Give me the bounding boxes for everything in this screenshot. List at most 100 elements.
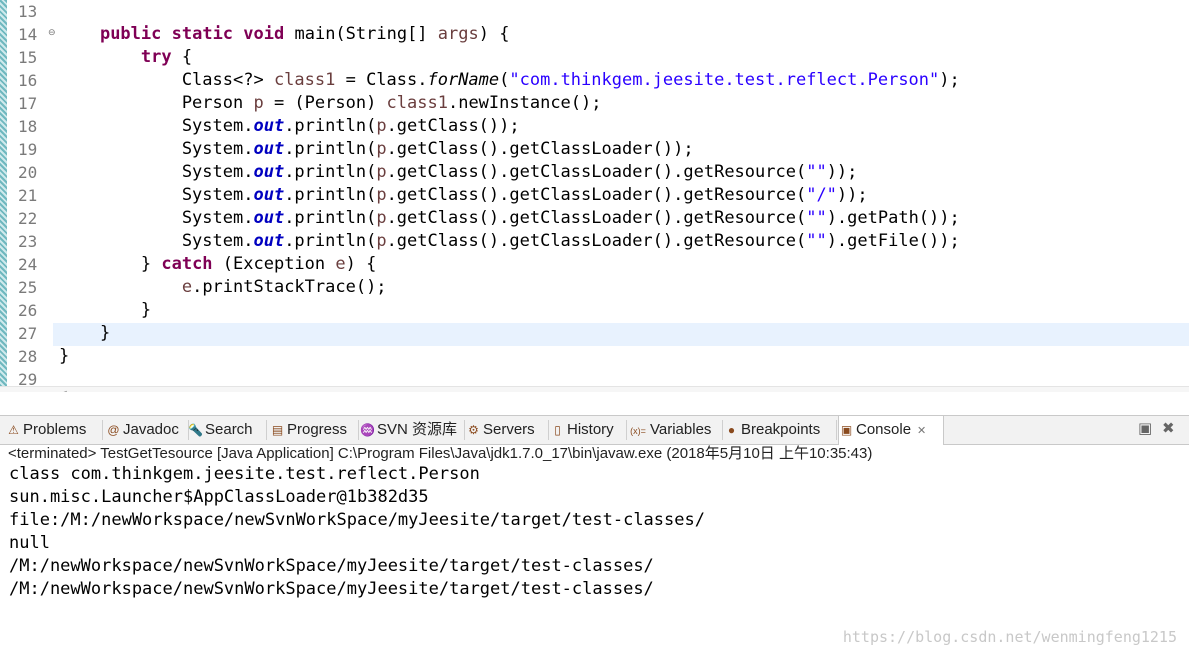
console-line: /M:/newWorkspace/newSvnWorkSpace/myJeesi…: [9, 556, 654, 576]
code-token: p: [376, 185, 387, 205]
console-status: <terminated> TestGetTesource [Java Appli…: [8, 445, 873, 462]
code-token: ).getFile());: [826, 231, 960, 251]
code-token: }: [59, 254, 162, 274]
code-line[interactable]: public static void main(String[] args) {: [59, 23, 510, 46]
code-line[interactable]: System.out.println(p.getClass().getClass…: [59, 207, 960, 230]
code-token: {: [171, 47, 193, 67]
tab-progress[interactable]: ▤ Progress: [270, 416, 356, 444]
code-line[interactable]: System.out.println(p.getClass().getClass…: [59, 161, 858, 184]
tab-servers[interactable]: ⚙ Servers: [466, 416, 546, 444]
tab-divider: [464, 420, 465, 440]
code-token: e: [181, 277, 193, 297]
problems-icon: ⚠: [8, 423, 19, 437]
code-token: class1: [273, 70, 336, 90]
code-line[interactable]: System.out.println(p.getClass());: [59, 115, 520, 138]
scroll-left-icon[interactable]: <: [58, 387, 68, 392]
line-number: 25: [18, 278, 38, 297]
code-token: }: [59, 346, 70, 366]
code-token: .getClass().getClassLoader().getResource…: [386, 185, 807, 205]
console-icon: ▣: [840, 423, 853, 437]
line-number: 22: [18, 209, 38, 228]
javadoc-icon: @: [107, 423, 120, 437]
tab-divider: [626, 420, 627, 440]
code-token: Class<?>: [59, 70, 274, 90]
line-number: 16: [18, 71, 38, 90]
tab-history[interactable]: ▯ History: [550, 416, 624, 444]
line-number: 19: [18, 140, 38, 159]
tab-console[interactable]: ▣ Console ✕: [838, 416, 944, 445]
code-token: .println(: [284, 208, 377, 228]
code-token: System.: [59, 185, 254, 205]
code-token: .println(: [284, 139, 377, 159]
code-token: System.: [59, 208, 254, 228]
code-line[interactable]: e.printStackTrace();: [59, 276, 387, 299]
tab-divider: [266, 420, 267, 440]
code-token: System.: [59, 162, 254, 182]
breakpoints-icon: ●: [727, 423, 736, 437]
fold-collapse-icon[interactable]: ⊖: [48, 28, 56, 38]
code-token: p: [376, 162, 387, 182]
code-token: p: [376, 231, 387, 251]
tab-label: History: [567, 421, 614, 438]
tab-label: SVN 资源库: [377, 421, 458, 438]
code-token: = (Person): [263, 93, 387, 113]
code-token: void: [243, 24, 285, 44]
line-number: 13: [18, 2, 38, 21]
code-token: System.: [59, 231, 254, 251]
tab-variables[interactable]: (x)= Variables: [628, 416, 720, 444]
overview-ruler: [0, 0, 7, 392]
view-tab-bar: ⚠ Problems @ Javadoc 🔦 Search ▤ Progress ♒ SVN 资源…: [0, 415, 1189, 445]
code-token: "": [806, 162, 827, 182]
code-line[interactable]: Class<?> class1 = Class.forName("com.thi…: [59, 69, 960, 92]
code-line[interactable]: System.out.println(p.getClass().getClass…: [59, 138, 694, 161]
console-line: /M:/newWorkspace/newSvnWorkSpace/myJeesi…: [9, 579, 654, 599]
code-token: class1: [386, 93, 448, 113]
tab-divider: [836, 420, 837, 440]
code-token: ));: [826, 162, 858, 182]
code-line[interactable]: try {: [59, 46, 192, 69]
code-token: p: [376, 116, 387, 136]
code-line[interactable]: System.out.println(p.getClass().getClass…: [59, 184, 868, 207]
code-token: .getClass().getClassLoader().getResource…: [386, 231, 807, 251]
clear-console-icon[interactable]: ▣: [1138, 419, 1152, 437]
code-line[interactable]: }: [59, 345, 69, 368]
code-token: ).getPath());: [826, 208, 960, 228]
line-number: 18: [18, 117, 38, 136]
tab-breakpoints[interactable]: ● Breakpoints: [724, 416, 834, 444]
code-token: .printStackTrace();: [192, 277, 387, 297]
code-token: }: [59, 323, 111, 343]
current-line-highlight: [53, 323, 1189, 346]
watermark: https://blog.csdn.net/wenmingfeng1215: [842, 628, 1177, 646]
code-token: p: [253, 93, 264, 113]
variables-icon: (x)=: [630, 426, 646, 436]
code-line[interactable]: } catch (Exception e) {: [59, 253, 376, 276]
console-panel: ⚠ Problems @ Javadoc 🔦 Search ▤ Progress ♒ SVN 资源…: [0, 405, 1189, 656]
code-line[interactable]: System.out.println(p.getClass().getClass…: [59, 230, 960, 253]
close-icon[interactable]: ✕: [917, 425, 926, 437]
tab-javadoc[interactable]: @ Javadoc: [106, 416, 186, 444]
code-token: .println(: [284, 162, 377, 182]
code-line[interactable]: Person p = (Person) class1.newInstance()…: [59, 92, 602, 115]
tab-label: Breakpoints: [741, 421, 821, 438]
remove-launch-icon[interactable]: ✖: [1162, 419, 1175, 437]
code-token: System.: [59, 139, 254, 159]
code-token: );: [939, 70, 960, 90]
code-token: Person: [59, 93, 254, 113]
tab-problems[interactable]: ⚠ Problems: [6, 416, 100, 444]
code-line[interactable]: }: [59, 322, 110, 345]
code-token: .getClass().getClassLoader());: [386, 139, 694, 159]
horizontal-scrollbar[interactable]: <: [0, 386, 1189, 392]
console-output[interactable]: class com.thinkgem.jeesite.test.reflect.…: [9, 463, 705, 601]
tab-search[interactable]: 🔦 Search: [188, 416, 264, 444]
code-token: try: [140, 47, 172, 67]
code-token: out: [253, 208, 285, 228]
code-token: .println(: [284, 231, 377, 251]
line-number: 27: [18, 324, 38, 343]
tab-divider: [722, 420, 723, 440]
tab-svn[interactable]: ♒ SVN 资源库: [360, 416, 462, 444]
code-line[interactable]: }: [59, 299, 151, 322]
console-line: file:/M:/newWorkspace/newSvnWorkSpace/my…: [9, 510, 705, 530]
code-editor[interactable]: 13 14 ⊖ 15 16 17 18 19 20 21 22 23 24 25 26 27 28 29 publ…: [0, 0, 1189, 392]
